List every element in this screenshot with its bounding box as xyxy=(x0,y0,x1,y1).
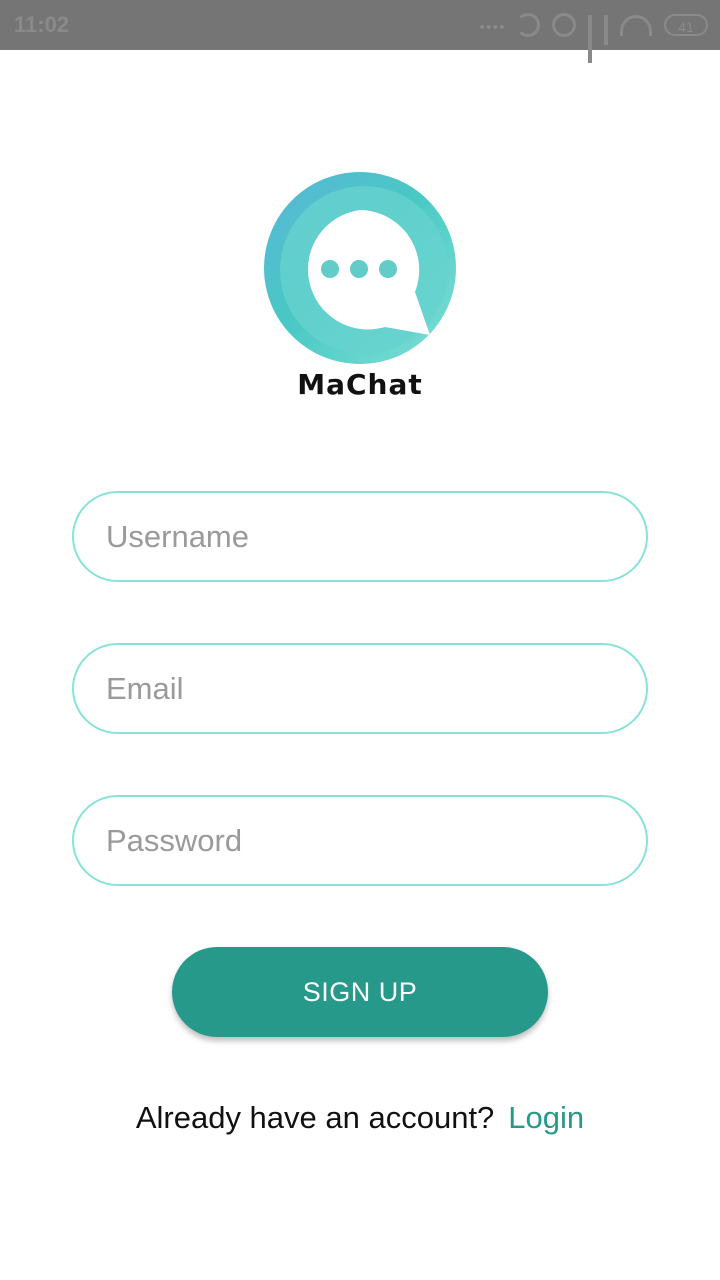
moon-icon xyxy=(516,13,540,37)
status-bar: 11:02 41 xyxy=(0,0,720,63)
status-time: 11:02 xyxy=(14,12,70,37)
signal-icon-2 xyxy=(604,15,608,45)
email-input[interactable] xyxy=(104,669,628,708)
username-input[interactable] xyxy=(104,517,628,556)
status-icons: 41 xyxy=(480,12,708,63)
wifi-icon xyxy=(620,14,652,36)
chat-bubble-icon xyxy=(264,172,456,364)
more-notifications-icon xyxy=(480,25,504,33)
username-field[interactable] xyxy=(72,491,648,582)
alarm-icon xyxy=(552,13,576,37)
login-prompt-text: Already have an account? xyxy=(135,1100,495,1135)
signup-button[interactable]: SIGN UP xyxy=(172,947,548,1037)
login-prompt: Already have an account? Login xyxy=(0,1100,720,1136)
login-link[interactable]: Login xyxy=(508,1100,584,1135)
battery-icon: 41 xyxy=(664,14,708,36)
password-input[interactable] xyxy=(104,821,628,860)
app-name: MaChat xyxy=(297,368,423,401)
password-field[interactable] xyxy=(72,795,648,886)
signal-icon xyxy=(588,15,592,63)
email-field[interactable] xyxy=(72,643,648,734)
